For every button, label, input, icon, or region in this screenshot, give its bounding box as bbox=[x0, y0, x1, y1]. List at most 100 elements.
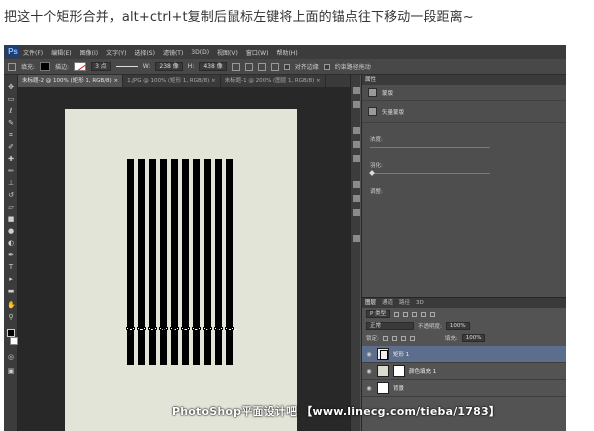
anchor-point[interactable] bbox=[225, 327, 228, 330]
rectangle-shape[interactable] bbox=[149, 159, 156, 365]
anchor-point[interactable] bbox=[181, 327, 184, 330]
path-select-tool-icon[interactable] bbox=[8, 62, 16, 71]
anchor-point[interactable] bbox=[198, 327, 201, 330]
anchor-point[interactable] bbox=[148, 327, 151, 330]
lock-transparent-icon[interactable] bbox=[382, 335, 388, 341]
hand-tool-icon[interactable]: ✋ bbox=[7, 301, 16, 309]
document-canvas[interactable] bbox=[65, 109, 297, 431]
smart-object-filter-icon[interactable] bbox=[430, 311, 436, 317]
pen-tool-icon[interactable]: ✒ bbox=[7, 251, 15, 259]
opacity-field[interactable]: 100% bbox=[445, 322, 470, 330]
move-tool-icon[interactable]: ✥ bbox=[7, 83, 15, 91]
tab-3d[interactable]: 3D bbox=[416, 298, 424, 308]
tab-channels[interactable]: 通道 bbox=[382, 298, 393, 308]
lock-all-icon[interactable] bbox=[409, 335, 415, 341]
lock-position-icon[interactable] bbox=[400, 335, 406, 341]
layer-kind-filter[interactable]: P 类型 bbox=[366, 310, 391, 318]
constrain-path-checkbox[interactable] bbox=[323, 63, 330, 70]
tab-1-jpg[interactable]: 1.JPG @ 100% (矩形 1, RGB/8) × bbox=[123, 75, 221, 87]
paragraph-panel-icon[interactable] bbox=[353, 195, 360, 202]
marquee-tool-icon[interactable]: ▭ bbox=[7, 95, 15, 103]
layer-row-shape[interactable]: ◉ 矩形 1 bbox=[362, 346, 566, 363]
menu-type[interactable]: 文字(Y) bbox=[106, 48, 126, 57]
tab-untitled-1[interactable]: 未标题-1 @ 200% (图层 1, RGB/8) × bbox=[221, 75, 326, 87]
anchor-point[interactable] bbox=[132, 327, 135, 330]
anchor-point[interactable] bbox=[209, 327, 212, 330]
type-tool-icon[interactable]: T bbox=[7, 263, 15, 271]
rectangle-shape[interactable] bbox=[204, 159, 211, 365]
swatches-panel-icon[interactable] bbox=[353, 127, 360, 134]
background-color-swatch[interactable] bbox=[10, 337, 18, 345]
crop-tool-icon[interactable]: ⌗ bbox=[7, 131, 15, 139]
tab-untitled-2[interactable]: 未标题-2 @ 100% (矩形 1, RGB/8) × bbox=[18, 75, 124, 87]
anchor-point[interactable] bbox=[143, 327, 146, 330]
healing-tool-icon[interactable]: ✚ bbox=[7, 155, 15, 163]
menu-select[interactable]: 选择(S) bbox=[134, 48, 155, 57]
styles-panel-icon[interactable] bbox=[353, 155, 360, 162]
feather-slider-knob[interactable] bbox=[369, 170, 375, 176]
lock-image-icon[interactable] bbox=[391, 335, 397, 341]
anchor-point[interactable] bbox=[170, 327, 173, 330]
quick-select-tool-icon[interactable]: ✎ bbox=[7, 119, 15, 127]
rectangle-shape[interactable] bbox=[215, 159, 222, 365]
rectangle-shape[interactable] bbox=[138, 159, 145, 365]
anchor-point[interactable] bbox=[154, 327, 157, 330]
brush-tool-icon[interactable]: ✏ bbox=[7, 167, 15, 175]
anchor-point[interactable] bbox=[214, 327, 217, 330]
menu-view[interactable]: 视图(V) bbox=[217, 48, 238, 57]
anchor-point[interactable] bbox=[192, 327, 195, 330]
menu-3d[interactable]: 3D(D) bbox=[191, 49, 209, 56]
menu-help[interactable]: 帮助(H) bbox=[276, 48, 297, 57]
eraser-tool-icon[interactable]: ▱ bbox=[7, 203, 15, 211]
shape-filter-icon[interactable] bbox=[421, 311, 427, 317]
rectangle-shape[interactable] bbox=[226, 159, 233, 365]
zoom-tool-icon[interactable]: ⚲ bbox=[7, 313, 15, 321]
shape-tool-icon[interactable]: ▬ bbox=[7, 287, 15, 295]
stamp-tool-icon[interactable]: ⊥ bbox=[7, 179, 15, 187]
tab-paths[interactable]: 路径 bbox=[399, 298, 410, 308]
menu-window[interactable]: 窗口(W) bbox=[246, 48, 269, 57]
tool-presets-panel-icon[interactable] bbox=[353, 235, 360, 242]
path-operations-icon[interactable] bbox=[231, 62, 240, 71]
anchor-point[interactable] bbox=[231, 327, 234, 330]
anchor-point[interactable] bbox=[126, 327, 129, 330]
menu-filter[interactable]: 滤镜(T) bbox=[163, 48, 183, 57]
anchor-point[interactable] bbox=[187, 327, 190, 330]
properties-tab[interactable]: 属性 bbox=[365, 75, 376, 85]
eye-icon[interactable]: ◉ bbox=[365, 368, 373, 375]
anchor-point[interactable] bbox=[165, 327, 168, 330]
density-slider[interactable] bbox=[370, 147, 490, 148]
quick-mask-icon[interactable]: ◎ bbox=[7, 353, 15, 361]
rectangle-shape[interactable] bbox=[193, 159, 200, 365]
foreground-color-swatch[interactable] bbox=[7, 329, 15, 337]
anchor-point[interactable] bbox=[203, 327, 206, 330]
stroke-color-swatch[interactable] bbox=[74, 62, 87, 71]
dodge-tool-icon[interactable]: ◐ bbox=[7, 239, 15, 247]
fill-color-swatch[interactable] bbox=[40, 62, 51, 71]
adjustments-panel-icon[interactable] bbox=[353, 141, 360, 148]
gradient-tool-icon[interactable]: ■ bbox=[7, 215, 15, 223]
type-filter-icon[interactable] bbox=[412, 311, 418, 317]
actions-panel-icon[interactable] bbox=[353, 101, 360, 108]
tab-layers[interactable]: 图层 bbox=[365, 298, 376, 308]
rectangle-shape[interactable] bbox=[127, 159, 134, 365]
brush-panel-icon[interactable] bbox=[353, 209, 360, 216]
eye-icon[interactable]: ◉ bbox=[365, 385, 373, 392]
history-brush-tool-icon[interactable]: ↺ bbox=[7, 191, 15, 199]
layer-row-fill[interactable]: ◉ 颜色填充 1 bbox=[362, 363, 566, 380]
path-arrange-icon[interactable] bbox=[257, 62, 266, 71]
rectangle-shape[interactable] bbox=[182, 159, 189, 365]
layer-row-background[interactable]: ◉ 背景 bbox=[362, 380, 566, 397]
height-field[interactable]: 438 像 bbox=[199, 62, 227, 71]
feather-slider[interactable] bbox=[370, 173, 490, 174]
vector-mask-row[interactable]: 矢量蒙版 bbox=[362, 101, 566, 123]
eyedropper-tool-icon[interactable]: ✐ bbox=[7, 143, 15, 151]
screen-mode-icon[interactable]: ▣ bbox=[7, 367, 15, 375]
stroke-type-line[interactable] bbox=[115, 66, 138, 67]
fill-field[interactable]: 100% bbox=[461, 334, 486, 342]
history-panel-icon[interactable] bbox=[353, 87, 360, 94]
lasso-tool-icon[interactable]: ℓ bbox=[7, 107, 15, 115]
anchor-point[interactable] bbox=[137, 327, 140, 330]
rectangle-shape[interactable] bbox=[160, 159, 167, 365]
eye-icon[interactable]: ◉ bbox=[365, 351, 373, 358]
